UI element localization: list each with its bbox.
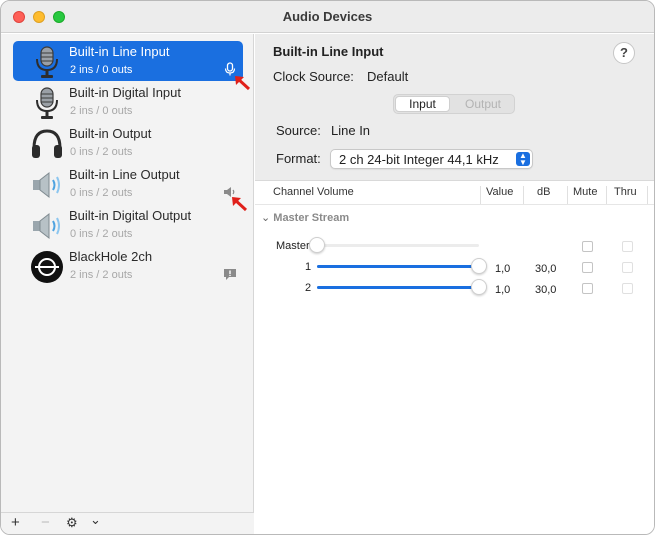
volume-slider[interactable] [317, 286, 479, 289]
mute-checkbox[interactable] [582, 241, 593, 252]
device-list: Built-in Line Input 2 ins / 0 outs Built… [1, 34, 254, 534]
remove-device-button[interactable]: − [41, 514, 50, 531]
device-io: 2 ins / 0 outs [70, 64, 133, 76]
device-io: 2 ins / 2 outs [70, 269, 133, 281]
column-header-value: Value [486, 186, 514, 198]
microphone-icon [36, 46, 58, 78]
value-cell: 1,0 [495, 284, 511, 296]
device-name: BlackHole 2ch [69, 249, 153, 264]
column-header-thru: Thru [614, 186, 637, 198]
device-item-built-in-digital-input[interactable]: Built-in Digital Input 2 ins / 0 outs [13, 82, 243, 122]
source-value: Line In [331, 123, 371, 138]
mute-checkbox[interactable] [582, 283, 593, 294]
audio-devices-window: Audio Devices Built-in Line Input 2 ins … [0, 0, 655, 535]
add-device-button[interactable]: + [11, 514, 20, 531]
channel-label: 2 [305, 282, 312, 294]
device-name: Built-in Line Output [69, 167, 180, 182]
device-item-built-in-line-input[interactable]: Built-in Line Input 2 ins / 0 outs [13, 41, 243, 81]
device-io: 2 ins / 0 outs [70, 105, 133, 117]
message-badge-icon [224, 269, 236, 280]
column-header-db: dB [537, 186, 551, 198]
group-title: Master Stream [273, 212, 350, 224]
gear-icon[interactable]: ⚙ [66, 515, 78, 531]
device-title: Built-in Line Input [273, 44, 384, 59]
column-separator [480, 186, 481, 204]
column-separator [523, 186, 524, 204]
device-name: Built-in Output [69, 126, 152, 141]
sidebar-footer: + − ⚙ ⌄ [1, 512, 254, 534]
device-io: 0 ins / 2 outs [70, 187, 133, 199]
blackhole-icon [31, 251, 63, 283]
format-select[interactable]: 2 ch 24-bit Integer 44,1 kHz ▲ ▼ [330, 149, 533, 169]
chevron-down-icon[interactable]: ⌄ [90, 512, 101, 528]
tab-input[interactable]: Input [395, 96, 450, 112]
column-separator [606, 186, 607, 204]
volume-slider-fill [317, 265, 479, 268]
thru-checkbox [622, 283, 633, 294]
column-header-mute: Mute [573, 186, 598, 198]
clock-source-label: Clock Source: [273, 69, 354, 84]
volume-slider-knob [309, 237, 325, 253]
volume-slider-knob[interactable] [471, 279, 487, 295]
channel-label: Master [276, 240, 310, 252]
input-output-segmented-control: Input Output [393, 94, 515, 114]
format-select-value: 2 ch 24-bit Integer 44,1 kHz [339, 152, 499, 167]
channel-table-header: Channel Volume Value dB Mute Thru [255, 181, 654, 205]
device-name: Built-in Digital Input [69, 85, 181, 100]
device-io: 0 ins / 2 outs [70, 146, 133, 158]
speaker-icon [33, 212, 60, 240]
db-cell: 30,0 [535, 263, 557, 275]
clock-source-value[interactable]: Default [367, 69, 408, 84]
device-header: Built-in Line Input Clock Source: Defaul… [255, 34, 654, 181]
device-item-built-in-line-output[interactable]: Built-in Line Output 0 ins / 2 outs [13, 164, 243, 204]
group-master-stream[interactable]: ⌄ Master Stream [261, 211, 349, 224]
speaker-icon [33, 171, 60, 199]
thru-checkbox [622, 241, 633, 252]
device-name: Built-in Digital Output [69, 208, 192, 223]
volume-slider-knob[interactable] [471, 258, 487, 274]
mute-checkbox[interactable] [582, 262, 593, 273]
updown-chevron-icon: ▲ ▼ [516, 152, 530, 167]
column-separator [647, 186, 648, 204]
value-cell: 1,0 [495, 263, 511, 275]
help-button[interactable]: ? [613, 42, 635, 64]
headphones-icon [32, 129, 62, 158]
window-title: Audio Devices [282, 9, 373, 24]
column-header-channel-volume: Channel Volume [273, 186, 354, 198]
device-item-blackhole-2ch[interactable]: BlackHole 2ch 2 ins / 2 outs [13, 246, 243, 286]
source-label: Source: [276, 123, 321, 138]
volume-slider-fill [317, 286, 479, 289]
format-label: Format: [276, 151, 321, 166]
microphone-icon [36, 87, 58, 119]
tab-output[interactable]: Output [456, 97, 510, 111]
channel-label: 1 [305, 261, 312, 273]
volume-slider[interactable] [317, 265, 479, 268]
title-bar: Audio Devices [1, 1, 654, 33]
column-separator [567, 186, 568, 204]
chevron-down-icon: ⌄ [261, 212, 271, 224]
device-name: Built-in Line Input [69, 44, 170, 59]
device-io: 0 ins / 2 outs [70, 228, 133, 240]
thru-checkbox [622, 262, 633, 273]
volume-slider [317, 244, 479, 247]
db-cell: 30,0 [535, 284, 557, 296]
device-detail-pane: Built-in Line Input Clock Source: Defaul… [255, 34, 654, 534]
device-item-built-in-output[interactable]: Built-in Output 0 ins / 2 outs [13, 123, 243, 163]
device-item-built-in-digital-output[interactable]: Built-in Digital Output 0 ins / 2 outs [13, 205, 243, 245]
